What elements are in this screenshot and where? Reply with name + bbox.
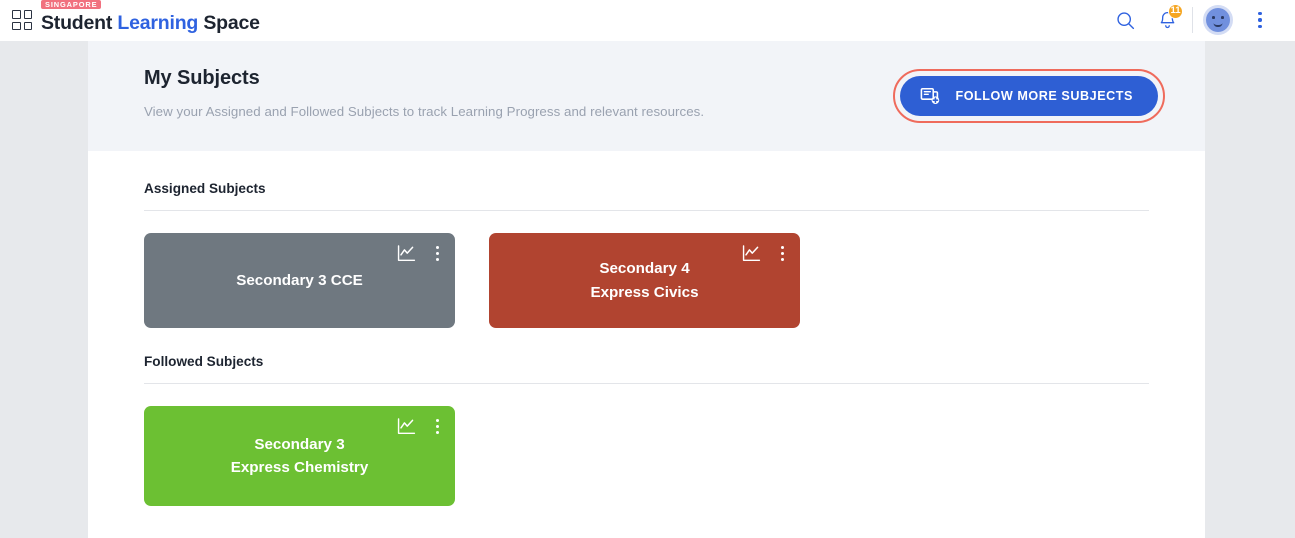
subject-card-title: Secondary 4 Express Civics — [590, 260, 699, 301]
progress-chart-icon[interactable] — [742, 245, 761, 262]
nav-divider — [1192, 7, 1193, 33]
kebab-dot — [1258, 11, 1262, 16]
followed-subjects-section: Followed Subjects Secondary 3 Express Ch… — [144, 354, 1149, 506]
subject-card-secondary-3-cce[interactable]: Secondary 3 CCE — [144, 233, 455, 328]
kebab-dot — [436, 252, 439, 255]
page-subtitle: View your Assigned and Followed Subjects… — [144, 104, 705, 119]
user-avatar-button[interactable] — [1197, 0, 1239, 41]
follow-more-subjects-highlight: FOLLOW MORE SUBJECTS — [893, 69, 1165, 123]
section-divider — [144, 210, 1149, 211]
kebab-dot — [1258, 24, 1262, 29]
follow-more-subjects-label: FOLLOW MORE SUBJECTS — [955, 89, 1133, 103]
section-divider — [144, 383, 1149, 384]
notification-count-badge: 11 — [1168, 3, 1183, 19]
section-title-assigned: Assigned Subjects — [144, 181, 266, 196]
app-logo[interactable]: SINGAPORE Student Learning Space — [8, 0, 260, 35]
kebab-dot — [1258, 18, 1262, 22]
kebab-dot — [436, 419, 439, 422]
notifications-button[interactable]: 11 — [1146, 0, 1188, 41]
followed-subject-card-list: Secondary 3 Express Chemistry — [144, 406, 1149, 506]
page-header-text: My Subjects View your Assigned and Follo… — [144, 67, 704, 119]
top-overflow-menu-button[interactable] — [1239, 0, 1281, 41]
content-panel: My Subjects View your Assigned and Follo… — [88, 41, 1205, 538]
kebab-dot — [436, 425, 439, 428]
brand-word-student: Student — [41, 11, 113, 34]
singapore-badge: SINGAPORE — [41, 0, 102, 10]
subject-card-title: Secondary 3 CCE — [236, 271, 363, 289]
assigned-subject-card-list: Secondary 3 CCE Secondary 4 Express Civi… — [144, 233, 1149, 328]
top-navigation-bar: SINGAPORE Student Learning Space 11 — [0, 0, 1295, 41]
kebab-dot — [781, 246, 784, 249]
kebab-dot — [436, 246, 439, 249]
subject-card-actions — [742, 244, 787, 263]
grid-cell — [12, 21, 21, 30]
avatar[interactable] — [1203, 5, 1233, 35]
brand-wordmark: SINGAPORE Student Learning Space — [41, 0, 260, 35]
kebab-dot — [436, 431, 439, 434]
avatar-face-icon — [1206, 8, 1230, 32]
subject-card-menu-button[interactable] — [778, 244, 787, 263]
subject-card-title: Secondary 3 Express Chemistry — [230, 435, 369, 476]
avatar-mouth — [1213, 23, 1223, 27]
subject-card-secondary-4-express-civics[interactable]: Secondary 4 Express Civics — [489, 233, 800, 328]
page-header: My Subjects View your Assigned and Follo… — [88, 41, 1205, 151]
search-button[interactable] — [1104, 0, 1146, 41]
subject-card-secondary-3-express-chemistry[interactable]: Secondary 3 Express Chemistry — [144, 406, 455, 506]
kebab-dot — [781, 258, 784, 261]
brand-word-space: Space — [203, 11, 260, 34]
grid-cell — [12, 10, 21, 19]
subject-card-menu-button[interactable] — [433, 244, 442, 263]
subjects-body: Assigned Subjects Secondary 3 CCE Second… — [88, 151, 1205, 506]
progress-chart-icon[interactable] — [397, 245, 416, 262]
top-nav-actions: 11 — [1104, 0, 1281, 41]
grid-apps-icon[interactable] — [12, 10, 32, 30]
subject-card-actions — [397, 417, 442, 436]
add-book-icon — [921, 87, 940, 104]
assigned-subjects-section: Assigned Subjects Secondary 3 CCE Second… — [144, 181, 1149, 328]
kebab-dot — [781, 252, 784, 255]
page-title: My Subjects — [144, 67, 260, 89]
progress-chart-icon[interactable] — [397, 418, 416, 435]
subject-card-menu-button[interactable] — [433, 417, 442, 436]
search-icon — [1116, 11, 1134, 29]
follow-more-subjects-button[interactable]: FOLLOW MORE SUBJECTS — [900, 76, 1158, 116]
brand-word-learning: Learning — [117, 11, 199, 34]
kebab-dot — [436, 258, 439, 261]
subject-card-actions — [397, 244, 442, 263]
grid-cell — [23, 21, 32, 30]
grid-cell — [23, 10, 32, 19]
more-vertical-icon[interactable] — [1258, 11, 1262, 29]
section-title-followed: Followed Subjects — [144, 354, 264, 369]
